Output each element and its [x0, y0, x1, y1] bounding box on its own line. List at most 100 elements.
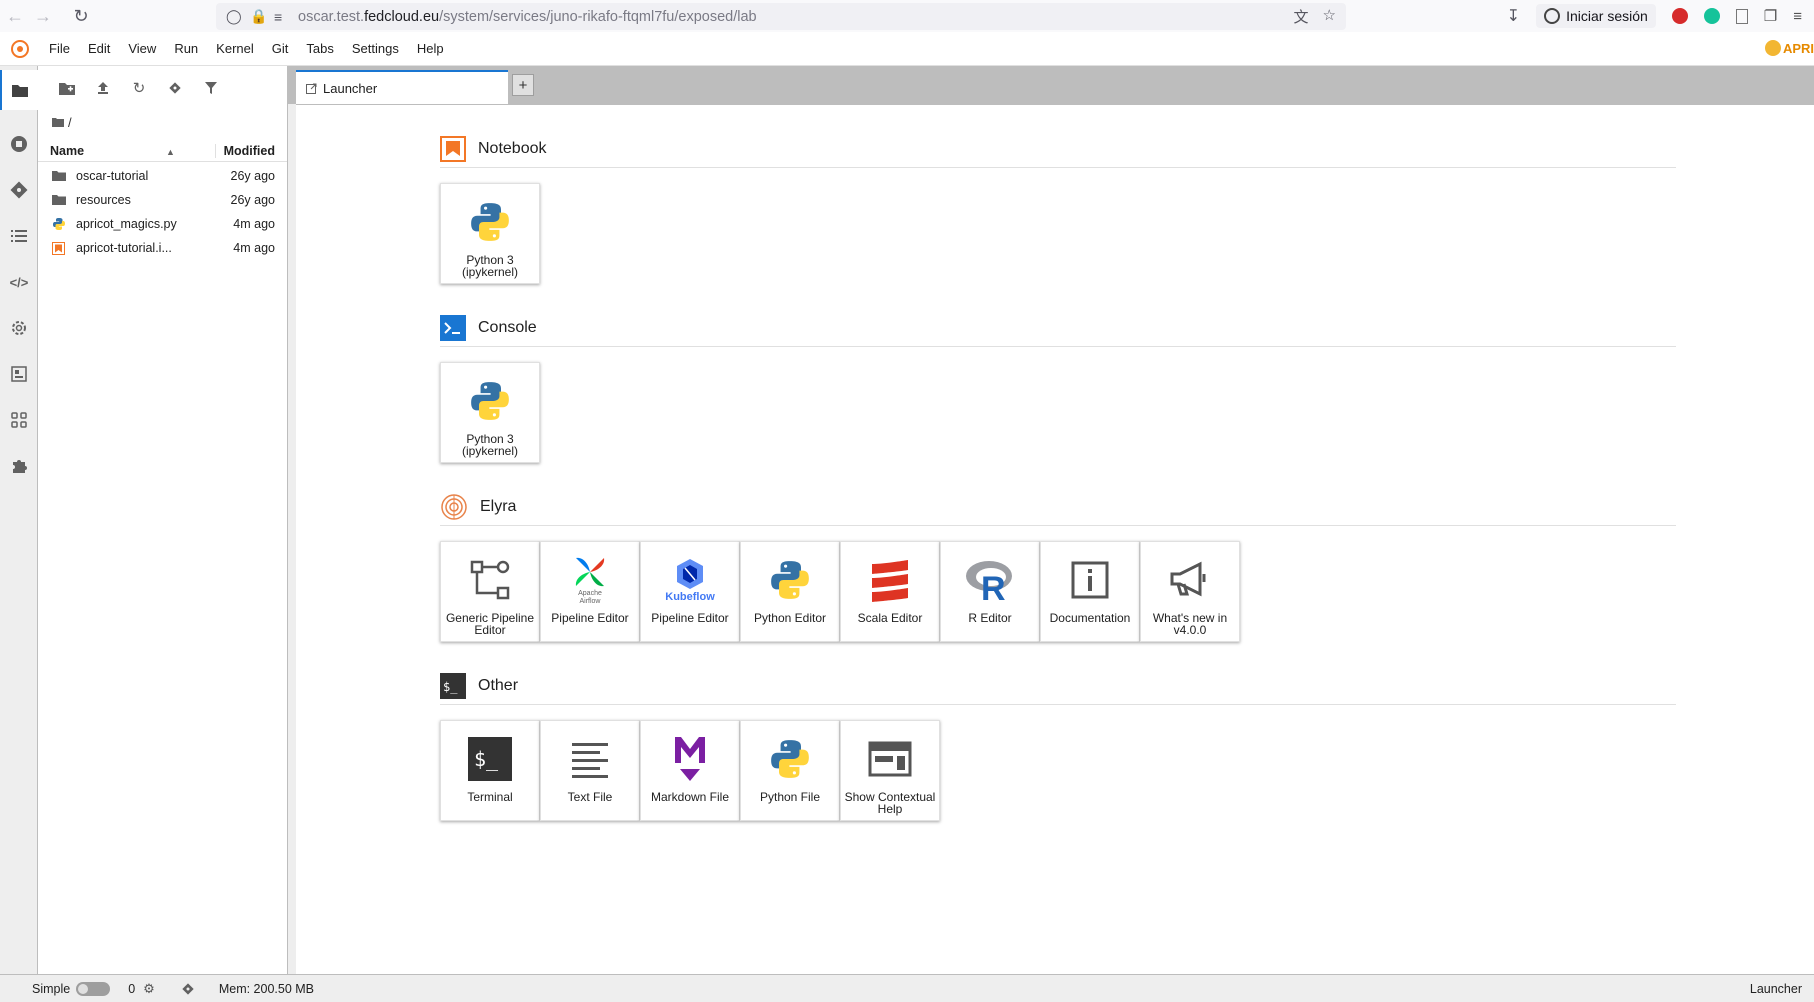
launcher-card-python3-notebook[interactable]: Python 3 (ipykernel) [440, 183, 540, 284]
extension-page-icon[interactable] [1735, 8, 1748, 24]
info-icon [1060, 550, 1120, 610]
git-tab[interactable] [0, 170, 38, 210]
file-row[interactable]: apricot_magics.py 4m ago [38, 212, 287, 236]
tab-launcher[interactable]: Launcher [296, 70, 508, 104]
address-bar[interactable]: ◯ 🔒 ≡ oscar.test.fedcloud.eu/system/serv… [216, 3, 1346, 30]
launcher-card-generic-pipeline-editor[interactable]: Generic Pipeline Editor [440, 541, 540, 642]
launcher-card-documentation[interactable]: Documentation [1040, 541, 1140, 642]
gear-icon [12, 321, 26, 335]
modified-column-header[interactable]: Modified [215, 143, 287, 158]
downloads-icon[interactable]: ↧ [1507, 6, 1520, 26]
component-catalogs-tab[interactable] [0, 400, 38, 440]
menu-view[interactable]: View [119, 41, 165, 56]
simple-mode-toggle[interactable] [76, 981, 111, 996]
extensions-puzzle-icon[interactable]: ❐ [1764, 7, 1777, 25]
file-list: oscar-tutorial 26y ago resources 26y ago… [38, 162, 287, 260]
back-arrow-icon[interactable]: ← [0, 1, 30, 31]
git-status-icon[interactable] [181, 982, 195, 996]
new-folder-icon[interactable] [58, 79, 76, 97]
extension-grammarly-icon[interactable] [1703, 8, 1720, 24]
code-snippets-tab[interactable]: </> [0, 262, 38, 302]
elyra-section-header: Elyra [440, 491, 516, 523]
file-row[interactable]: oscar-tutorial 26y ago [38, 164, 287, 188]
card-label: R Editor [968, 611, 1012, 625]
menu-tabs[interactable]: Tabs [297, 41, 342, 56]
file-browser-toolbar: ↻ [38, 66, 287, 110]
main-dock-area: Launcher + Notebook Python 3 (ipykernel)… [288, 66, 1814, 974]
launcher-card-python-editor[interactable]: Python Editor [740, 541, 840, 642]
folder-icon [12, 85, 28, 97]
launcher-card-contextual-help[interactable]: Show Contextual Help [840, 720, 940, 821]
reload-icon[interactable]: ↻ [66, 1, 96, 31]
launcher-card-whats-new[interactable]: What's new in v4.0.0 [1140, 541, 1240, 642]
file-row[interactable]: apricot-tutorial.i... 4m ago [38, 236, 287, 260]
card-label: What's new in v4.0.0 [1152, 611, 1228, 637]
launcher-card-terminal[interactable]: $_ Terminal [440, 720, 540, 821]
file-browser-tab[interactable] [0, 70, 38, 110]
kernel-count[interactable]: 0 [128, 982, 135, 996]
translate-icon[interactable]: 文 [1294, 6, 1309, 27]
launcher-card-python-file[interactable]: Python File [740, 720, 840, 821]
extension-red-icon[interactable] [1671, 8, 1688, 24]
section-title: Other [478, 677, 519, 694]
filter-icon[interactable] [202, 79, 220, 97]
breadcrumb-root[interactable]: / [68, 115, 72, 130]
launcher-card-scala-editor[interactable]: Scala Editor [840, 541, 940, 642]
menu-kernel[interactable]: Kernel [207, 41, 263, 56]
upload-icon[interactable] [94, 79, 112, 97]
forward-arrow-icon[interactable]: → [28, 1, 58, 31]
menu-edit[interactable]: Edit [79, 41, 119, 56]
launcher-card-kubeflow-pipeline-editor[interactable]: Kubeflow Pipeline Editor [640, 541, 740, 642]
git-clone-icon[interactable] [166, 79, 184, 97]
card-label: Python Editor [753, 611, 827, 625]
kernel-status-icon[interactable]: ⚙ [143, 981, 155, 997]
runtimes-tab[interactable] [0, 308, 38, 348]
kubeflow-icon: Kubeflow [660, 550, 720, 610]
url-text[interactable]: oscar.test.fedcloud.eu/system/services/j… [298, 9, 757, 25]
console-icon [440, 315, 466, 341]
launcher-card-text-file[interactable]: Text File [540, 720, 640, 821]
launcher-tab-icon [306, 83, 317, 94]
extension-manager-tab[interactable] [0, 446, 38, 486]
signin-button[interactable]: Iniciar sesión [1536, 4, 1656, 28]
runtime-images-tab[interactable] [0, 354, 38, 394]
card-label: Python File [759, 790, 821, 804]
section-divider [440, 525, 1676, 526]
section-divider [440, 346, 1676, 347]
menu-file[interactable]: File [40, 41, 79, 56]
name-column-header[interactable]: Name ▲ [38, 144, 215, 158]
launcher-card-markdown-file[interactable]: Markdown File [640, 720, 740, 821]
home-folder-icon[interactable] [52, 117, 64, 127]
overflow-menu-icon[interactable]: ≡ [1793, 8, 1802, 25]
lock-icon[interactable]: 🔒 [250, 8, 274, 25]
file-row[interactable]: resources 26y ago [38, 188, 287, 212]
menu-run[interactable]: Run [165, 41, 207, 56]
launcher-card-python3-console[interactable]: Python 3 (ipykernel) [440, 362, 540, 463]
menu-settings[interactable]: Settings [343, 41, 408, 56]
menu-help[interactable]: Help [408, 41, 453, 56]
section-title: Notebook [478, 140, 547, 157]
python-logo-icon [460, 192, 520, 252]
svg-text:$_: $_ [474, 747, 499, 771]
active-document-label[interactable]: Launcher [1750, 982, 1802, 996]
refresh-icon[interactable]: ↻ [130, 79, 148, 97]
running-sessions-tab[interactable] [0, 124, 38, 164]
browser-right-toolbar: ↧ Iniciar sesión ❐ ≡ [1507, 0, 1814, 32]
section-divider [440, 167, 1676, 168]
tab-bar: Launcher + [288, 66, 1814, 104]
tracking-shield-icon[interactable]: ◯ [226, 8, 250, 25]
simple-mode-label: Simple [32, 981, 71, 996]
file-modified: 26y ago [230, 193, 275, 207]
console-section-header: Console [440, 312, 537, 344]
menu-git[interactable]: Git [263, 41, 298, 56]
launcher-card-airflow-pipeline-editor[interactable]: Apache Airflow Pipeline Editor [540, 541, 640, 642]
launcher-card-r-editor[interactable]: R R Editor [940, 541, 1040, 642]
table-of-contents-tab[interactable] [0, 216, 38, 256]
svg-text:R: R [981, 570, 1006, 602]
bookmark-star-icon[interactable]: ☆ [1323, 6, 1336, 27]
new-launcher-button[interactable]: + [512, 74, 534, 96]
component-catalog-icon [11, 412, 27, 428]
kubeflow-sub-label: Kubeflow [665, 591, 715, 603]
file-browser-panel: ↻ / Name ▲ Modified oscar-tutorial 26y a… [38, 66, 288, 974]
permissions-icon[interactable]: ≡ [274, 9, 298, 25]
